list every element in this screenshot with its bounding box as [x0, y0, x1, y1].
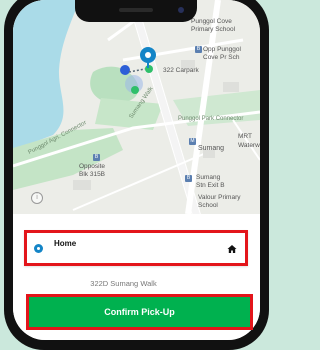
status-bar — [13, 0, 260, 26]
bus-stop-icon: B — [93, 154, 100, 161]
pickup-location-card[interactable]: Home — [24, 230, 248, 266]
info-icon[interactable]: i — [31, 192, 43, 204]
mrt-icon: M — [189, 138, 196, 145]
map-label-opposite-blk: Opposite Blk 315B — [79, 163, 106, 178]
map-label-valour-school: Valour Primary School — [198, 194, 241, 209]
map-label-carpark: 322 Carpark — [163, 67, 199, 74]
pickup-location-label: Home — [54, 239, 77, 248]
map-label-sumang: Sumang — [198, 145, 225, 152]
camera-icon — [178, 7, 184, 13]
route-dot — [131, 86, 139, 94]
map-label-bus-stop: Opp Punggol Cove Pr Sch — [203, 46, 241, 61]
bus-stop-icon: B — [195, 46, 202, 53]
notch — [75, 0, 197, 22]
current-location-dot — [120, 65, 130, 75]
pickup-address: 322D Sumang Walk — [90, 279, 157, 288]
map-label-waterway: Waterway — [238, 142, 260, 149]
map-view[interactable]: Punggol Cove Primary School Opp Punggol … — [13, 0, 260, 214]
confirm-pickup-button[interactable]: Confirm Pick-Up — [26, 294, 253, 330]
map-label-mrt: MRT — [238, 133, 252, 140]
speaker — [119, 8, 153, 12]
pickup-dot-icon — [34, 244, 43, 253]
map-label-sumang-exit: Sumang Stn Exit B — [196, 174, 225, 189]
bus-stop-icon: B — [185, 175, 192, 182]
road-label-park-connector: Punggol Park Connector — [178, 116, 244, 122]
home-icon[interactable] — [227, 244, 237, 254]
app-screen: Punggol Cove Primary School Opp Punggol … — [13, 0, 260, 340]
